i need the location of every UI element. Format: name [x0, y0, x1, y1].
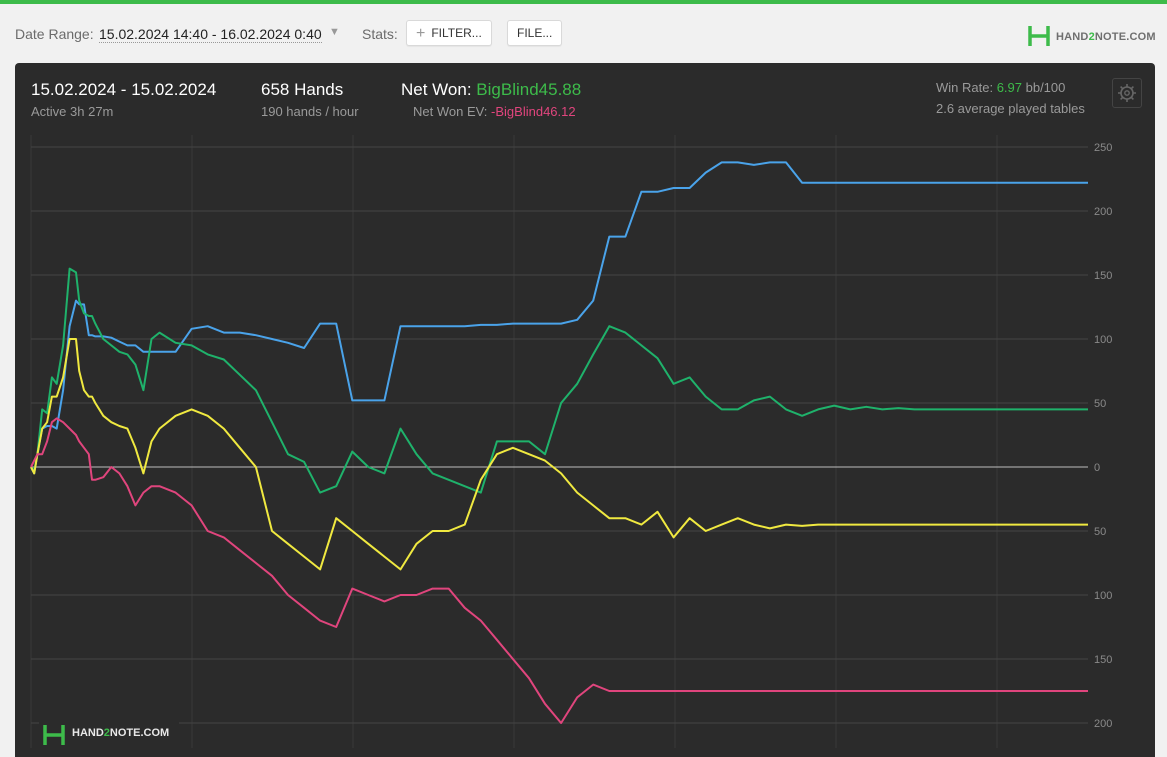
- net-won: Net Won: BigBlind45.88: [401, 80, 582, 99]
- plus-icon: +: [416, 25, 426, 42]
- date-span: 15.02.2024 - 15.02.2024: [31, 80, 217, 99]
- chart-panel: 250 200 150 100 50 0 50 100 150 200 15.02.2024 - …: [15, 63, 1155, 757]
- series-line-0: [30, 161, 1088, 475]
- net-won-ev: Net Won EV: -BigBlind46.12: [413, 104, 576, 119]
- y-tick-label: 0: [1094, 462, 1100, 474]
- y-tick-label: 100: [1094, 590, 1112, 602]
- y-tick-label: 200: [1094, 718, 1112, 730]
- toolbar: Date Range: 15.02.2024 14:40 - 16.02.202…: [0, 4, 1167, 60]
- y-tick-label: 250: [1094, 142, 1112, 154]
- watermark-logo: HAND2NOTE.COM: [39, 719, 179, 749]
- y-tick-label: 150: [1094, 654, 1112, 666]
- net-won-chart: 250 200 150 100 50 0 50 100 150 200: [30, 135, 1112, 748]
- file-button[interactable]: FILE...: [507, 20, 563, 46]
- y-tick-label: 200: [1094, 206, 1112, 218]
- stats-label: Stats:: [362, 26, 398, 42]
- series-line-1: [30, 267, 1088, 494]
- chevron-down-icon[interactable]: ▼: [329, 26, 340, 38]
- series-line-2: [30, 338, 1088, 571]
- date-range-value[interactable]: 15.02.2024 14:40 - 16.02.2024 0:40: [99, 26, 322, 43]
- filter-button[interactable]: + FILTER...: [406, 20, 492, 46]
- hand2note-logo-icon: [1028, 26, 1050, 46]
- y-tick-label: 50: [1094, 526, 1106, 538]
- hands-per-hour: 190 hands / hour: [261, 104, 359, 119]
- y-tick-label: 150: [1094, 270, 1112, 282]
- hand2note-logo-icon: [43, 725, 65, 745]
- date-range-label: Date Range:: [15, 26, 94, 42]
- active-time: Active 3h 27m: [31, 104, 114, 119]
- settings-button[interactable]: [1112, 78, 1142, 108]
- y-tick-label: 50: [1094, 398, 1106, 410]
- win-rate: Win Rate: 6.97 bb/100: [936, 80, 1066, 95]
- gear-icon: [1118, 84, 1136, 102]
- y-tick-label: 100: [1094, 334, 1112, 346]
- average-tables: 2.6 average played tables: [936, 101, 1085, 116]
- series-line-3: [30, 417, 1088, 724]
- hands-count: 658 Hands: [261, 80, 344, 99]
